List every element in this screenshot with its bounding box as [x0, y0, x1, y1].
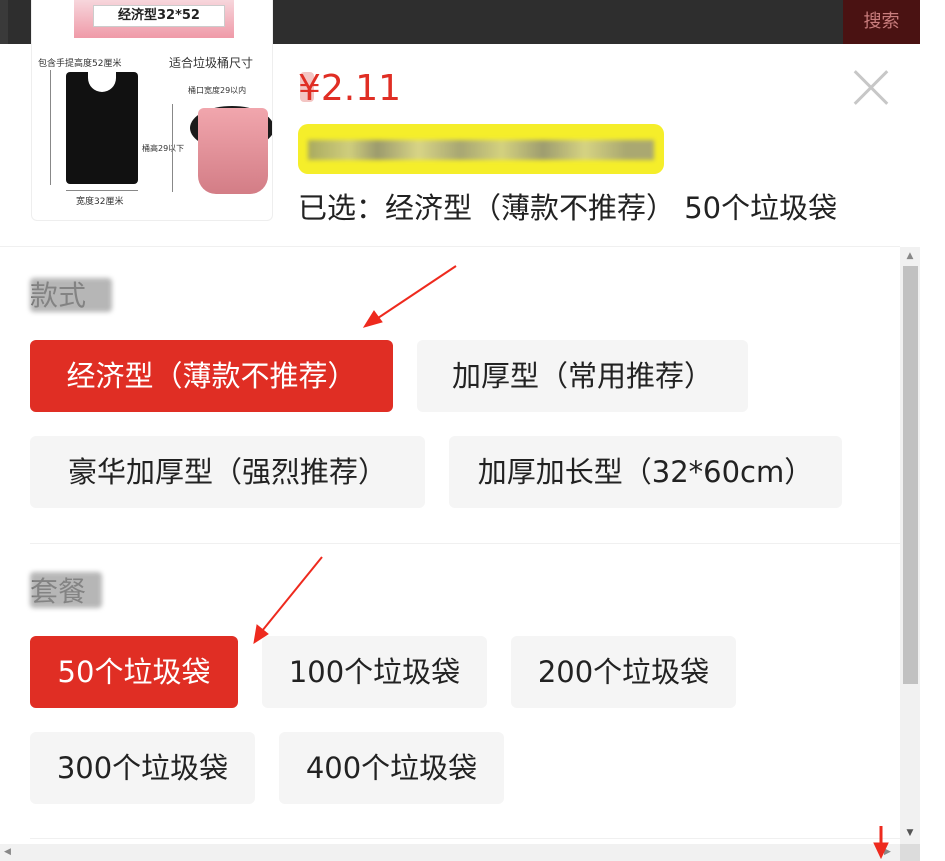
- bottom-divider: [30, 838, 900, 839]
- section-divider: [30, 543, 900, 544]
- scroll-down-icon[interactable]: ▼: [902, 825, 918, 841]
- thumbnail-badge: 经济型32*52: [93, 5, 225, 27]
- option-300-bags[interactable]: 300个垃圾袋: [30, 732, 255, 804]
- scrollbar-corner: [900, 844, 920, 861]
- product-price: ¥2.11: [298, 68, 402, 109]
- stock-info-blurred: [308, 140, 654, 160]
- trash-bag-illustration: [66, 70, 138, 184]
- option-economy[interactable]: 经济型（薄款不推荐）: [30, 340, 393, 412]
- width-label: 宽度32厘米: [76, 197, 124, 207]
- dimension-line: [66, 190, 138, 191]
- fits-bin-label: 适合垃圾桶尺寸: [169, 56, 254, 70]
- dimension-line: [172, 104, 173, 192]
- product-thumbnail: 经济型32*52 包含手提高度52厘米 适合垃圾桶尺寸 桶口宽度29以内 桶高2…: [31, 0, 273, 221]
- selected-summary: 已选：经济型（薄款不推荐） 50个垃圾袋: [298, 191, 838, 225]
- trash-bin-illustration: [198, 108, 268, 194]
- right-gutter: [920, 0, 945, 861]
- handle-height-label: 包含手提高度52厘米: [38, 59, 122, 69]
- option-400-bags[interactable]: 400个垃圾袋: [279, 732, 504, 804]
- option-thick[interactable]: 加厚型（常用推荐）: [417, 340, 748, 412]
- stock-info-highlight: [298, 124, 664, 174]
- option-200-bags[interactable]: 200个垃圾袋: [511, 636, 736, 708]
- option-100-bags[interactable]: 100个垃圾袋: [262, 636, 487, 708]
- option-deluxe-thick[interactable]: 豪华加厚型（强烈推荐）: [30, 436, 425, 508]
- header-left-edge: [0, 0, 8, 44]
- section-label-blur: [30, 278, 112, 312]
- scroll-left-icon[interactable]: ◀: [4, 844, 18, 861]
- vertical-scroll-thumb[interactable]: [903, 266, 918, 684]
- arrow-annotation-icon: [362, 265, 457, 328]
- search-button[interactable]: 搜索: [843, 0, 920, 44]
- option-thick-long[interactable]: 加厚加长型（32*60cm）: [449, 436, 842, 508]
- scroll-right-icon[interactable]: ▶: [884, 844, 898, 861]
- section-label-blur: [30, 572, 102, 608]
- dimension-line: [50, 70, 51, 185]
- arrow-annotation-icon: [253, 556, 323, 645]
- header-divider: [0, 246, 900, 247]
- horizontal-scrollbar[interactable]: [0, 844, 900, 861]
- mouth-width-label: 桶口宽度29以内: [188, 86, 247, 95]
- option-50-bags[interactable]: 50个垃圾袋: [30, 636, 238, 708]
- close-icon[interactable]: [850, 66, 894, 110]
- bin-height-label: 桶高29以下: [142, 144, 185, 153]
- scroll-up-icon[interactable]: ▲: [902, 248, 918, 264]
